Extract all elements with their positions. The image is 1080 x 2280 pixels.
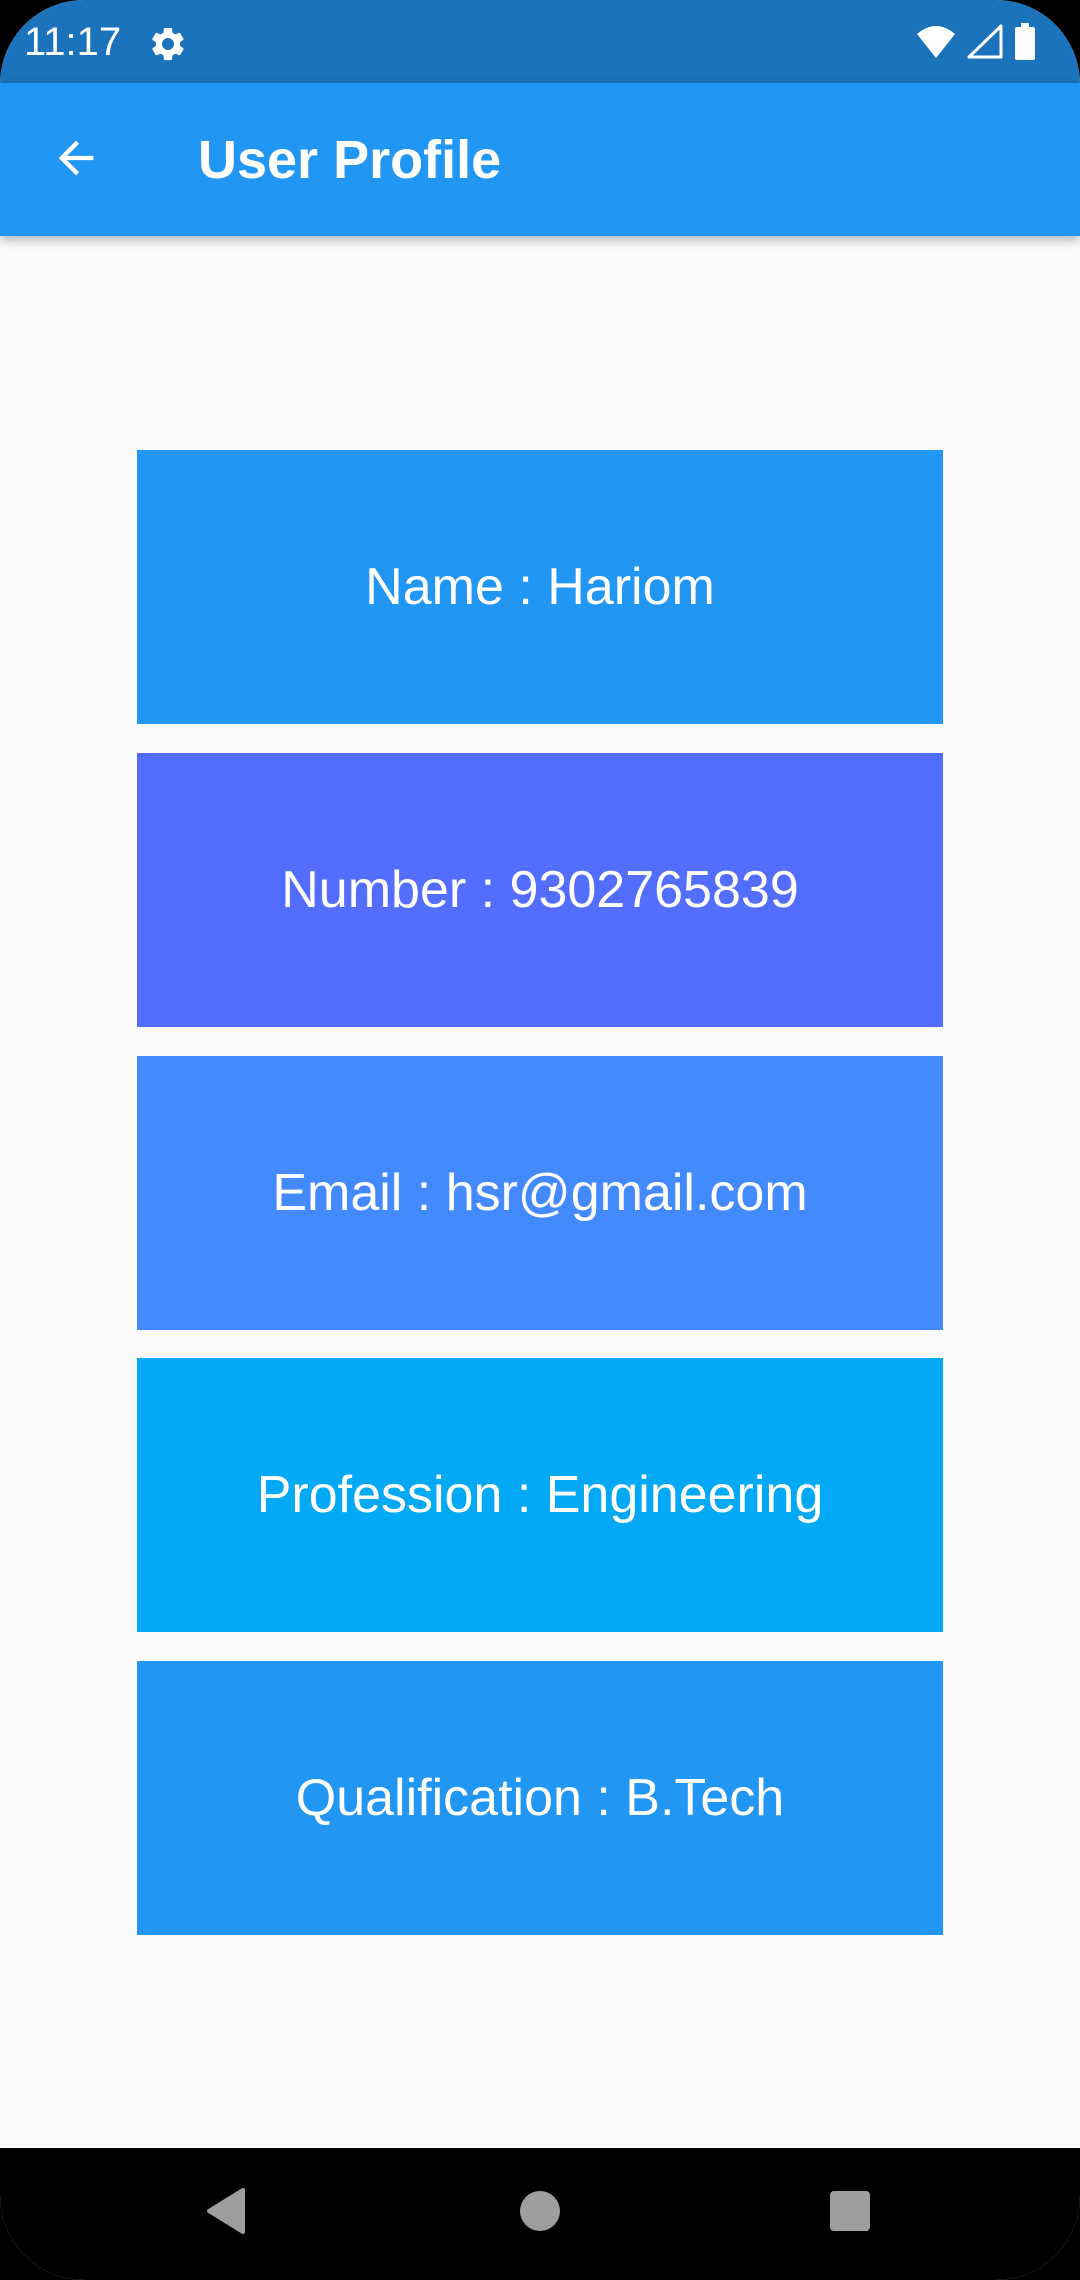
back-triangle-icon — [203, 2186, 247, 2241]
email-card-text: Email : hsr@gmail.com — [272, 1164, 808, 1222]
status-time: 11:17 — [24, 20, 122, 64]
settings-icon — [148, 24, 188, 64]
navigation-bar — [0, 2148, 1080, 2280]
name-card-text: Name : Hariom — [365, 558, 715, 616]
qualification-card-text: Qualification : B.Tech — [295, 1769, 785, 1827]
nav-home-button[interactable] — [490, 2168, 590, 2258]
profession-card: Profession : Engineering — [137, 1358, 943, 1632]
home-circle-icon — [518, 2189, 562, 2238]
app-bar: User Profile — [0, 83, 1080, 236]
phone-screen: 11:17 User Profile Name: Hariom Number … — [0, 0, 1080, 2280]
name-card: Name : Hariom — [137, 450, 943, 724]
wifi-icon — [916, 24, 956, 65]
qualification-card: Qualification : B.Tech — [137, 1661, 943, 1935]
number-card-text: Number : 9302765839 — [281, 861, 799, 919]
recents-square-icon — [828, 2189, 872, 2238]
nav-back-button[interactable] — [175, 2168, 275, 2258]
status-bar: 11:17 — [0, 0, 1080, 83]
page-title: User Profile — [198, 130, 502, 190]
cellular-signal-icon — [966, 24, 1004, 65]
nav-recents-button[interactable] — [800, 2168, 900, 2258]
arrow-back-icon — [50, 132, 102, 189]
profile-content: Name : Hariom Number : 9302765839 Email … — [0, 236, 1080, 2148]
email-card: Email : hsr@gmail.com — [137, 1056, 943, 1330]
profession-card-text: Profession : Engineering — [256, 1466, 824, 1524]
number-card: Number : 9302765839 — [137, 753, 943, 1027]
status-indicators — [916, 22, 1036, 66]
back-button[interactable] — [36, 127, 116, 193]
battery-icon — [1014, 22, 1036, 66]
